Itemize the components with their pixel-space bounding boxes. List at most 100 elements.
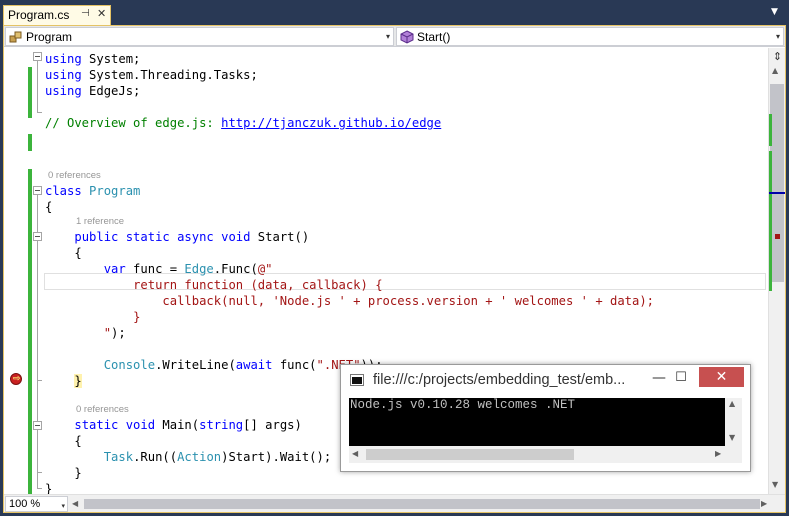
code-text: [] args) xyxy=(243,418,302,432)
code-line[interactable]: return function (data, callback) { xyxy=(45,277,382,293)
collapse-icon[interactable] xyxy=(33,52,42,61)
code-line[interactable]: } xyxy=(45,309,140,325)
code-text: Main( xyxy=(155,418,200,432)
collapse-icon[interactable] xyxy=(33,186,42,195)
code-line[interactable]: var func = Edge.Func(@" xyxy=(45,261,273,277)
class-dropdown-label: Program xyxy=(26,30,73,44)
code-line[interactable]: callback(null, 'Node.js ' + process.vers… xyxy=(45,293,654,309)
scrollbar-thumb[interactable] xyxy=(770,84,784,282)
code-text: } xyxy=(74,466,82,480)
code-line[interactable]: public static async void Start() xyxy=(45,229,309,245)
close-tab-icon[interactable]: ✕ xyxy=(97,7,106,20)
string-literal: " xyxy=(103,326,112,340)
collapse-icon[interactable] xyxy=(33,421,42,430)
code-line[interactable]: Task.Run((Action)Start).Wait(); xyxy=(45,449,331,465)
scroll-up-icon[interactable]: ▲ xyxy=(772,66,778,75)
change-map-marker xyxy=(769,114,772,146)
scroll-down-icon[interactable]: ▼ xyxy=(729,433,735,442)
codelens-references[interactable]: 1 reference xyxy=(76,215,124,229)
member-dropdown-label: Start() xyxy=(417,30,451,44)
keyword: using xyxy=(45,84,82,98)
outline-line xyxy=(37,241,38,381)
minimize-button[interactable]: — xyxy=(649,369,669,387)
pin-icon[interactable]: ⊣ xyxy=(81,8,90,19)
navigation-bar: Program ▾ Start() ▾ xyxy=(4,26,785,47)
string-literal: callback(null, 'Node.js ' + process.vers… xyxy=(162,294,655,308)
outline-end xyxy=(37,112,42,113)
maximize-button[interactable]: ☐ xyxy=(671,369,691,387)
code-text: { xyxy=(74,246,82,260)
tab-program-cs[interactable]: Program.cs ⊣ ✕ xyxy=(3,5,111,25)
console-horizontal-scrollbar[interactable]: ◀ ▶ xyxy=(349,446,742,463)
code-line[interactable]: // Overview of edge.js: http://tjanczuk.… xyxy=(45,115,441,131)
collapse-icon[interactable] xyxy=(33,232,42,241)
code-line[interactable]: { xyxy=(45,199,52,215)
code-line[interactable]: } xyxy=(45,465,82,481)
code-text: EdgeJs; xyxy=(81,84,141,98)
outline-end xyxy=(37,380,42,381)
scroll-down-icon[interactable]: ▼ xyxy=(772,480,778,489)
change-map-marker xyxy=(769,151,772,291)
execution-arrow-icon: ⇨ xyxy=(13,374,21,384)
indicator-margin[interactable] xyxy=(4,48,28,494)
scroll-left-icon[interactable]: ◀ xyxy=(352,449,358,458)
chevron-down-icon: ▾ xyxy=(61,503,65,510)
horizontal-scrollbar-thumb[interactable] xyxy=(84,499,760,509)
breakpoint-icon[interactable]: ⇨ xyxy=(10,373,22,385)
code-line[interactable]: static void Main(string[] args) xyxy=(45,417,302,433)
code-line[interactable]: using System; xyxy=(45,51,140,67)
code-line[interactable]: using System.Threading.Tasks; xyxy=(45,67,258,83)
console-vertical-scrollbar[interactable]: ▲ ▼ xyxy=(725,398,742,446)
vertical-scrollbar[interactable]: ⇕ ▲ ▼ xyxy=(768,48,785,494)
close-button[interactable]: ✕ xyxy=(699,367,744,387)
type-name: Console xyxy=(103,358,156,372)
scroll-right-icon[interactable]: ▶ xyxy=(715,449,721,458)
console-app-icon xyxy=(350,374,364,386)
editor-bottom-bar: 100 % ▾ ◀ ▶ xyxy=(4,494,785,512)
scroll-up-icon[interactable]: ▲ xyxy=(729,399,735,408)
zoom-level: 100 % xyxy=(9,498,41,510)
outline-end xyxy=(37,488,42,489)
class-icon xyxy=(9,31,22,43)
code-text: } xyxy=(45,482,53,494)
console-window[interactable]: file:///c:/projects/embedding_test/emb..… xyxy=(340,364,751,472)
code-text: .Func( xyxy=(213,262,258,276)
code-text: .Run(( xyxy=(133,450,178,464)
code-line[interactable]: using EdgeJs; xyxy=(45,83,140,99)
code-text: { xyxy=(45,200,53,214)
keyword: string xyxy=(199,418,244,432)
caret-position-marker xyxy=(769,192,785,194)
console-output-text: Node.js v0.10.28 welcomes .NET xyxy=(350,398,576,412)
member-dropdown[interactable]: Start() ▾ xyxy=(396,27,784,46)
code-line[interactable]: { xyxy=(45,245,82,261)
code-text: System; xyxy=(81,52,141,66)
type-name: Task xyxy=(103,450,134,464)
code-line[interactable]: { xyxy=(45,433,82,449)
class-dropdown[interactable]: Program ▾ xyxy=(5,27,394,46)
comment: // Overview of edge.js: xyxy=(45,116,222,130)
code-text: { xyxy=(74,434,82,448)
code-line[interactable]: } xyxy=(45,481,52,494)
tab-title: Program.cs xyxy=(8,8,70,22)
split-window-icon[interactable]: ⇕ xyxy=(771,50,784,63)
codelens-references[interactable]: 0 references xyxy=(76,403,129,417)
tab-dropdown-icon[interactable]: ▼ xyxy=(771,7,778,17)
zoom-dropdown[interactable]: 100 % ▾ xyxy=(5,496,68,512)
code-line[interactable]: "); xyxy=(45,325,126,341)
comment-hyperlink[interactable]: http://tjanczuk.github.io/edge xyxy=(221,116,441,130)
code-line[interactable]: } xyxy=(45,373,82,389)
scroll-left-icon[interactable]: ◀ xyxy=(72,499,78,508)
chevron-down-icon: ▾ xyxy=(775,32,780,41)
scrollbar-thumb[interactable] xyxy=(366,449,574,460)
codelens-references[interactable]: 0 references xyxy=(48,169,101,183)
outline-end xyxy=(37,472,42,473)
console-output[interactable]: Node.js v0.10.28 welcomes .NET xyxy=(349,398,735,446)
method-icon xyxy=(400,30,414,44)
code-line[interactable]: class Program xyxy=(45,183,140,199)
scroll-right-icon[interactable]: ▶ xyxy=(761,499,767,508)
code-line[interactable]: Console.WriteLine(await func(".NET")); xyxy=(45,357,383,373)
outline-line xyxy=(37,61,38,113)
breakpoint-map-marker xyxy=(775,234,780,239)
keyword: public static async void xyxy=(74,230,251,244)
keyword: using xyxy=(45,52,82,66)
